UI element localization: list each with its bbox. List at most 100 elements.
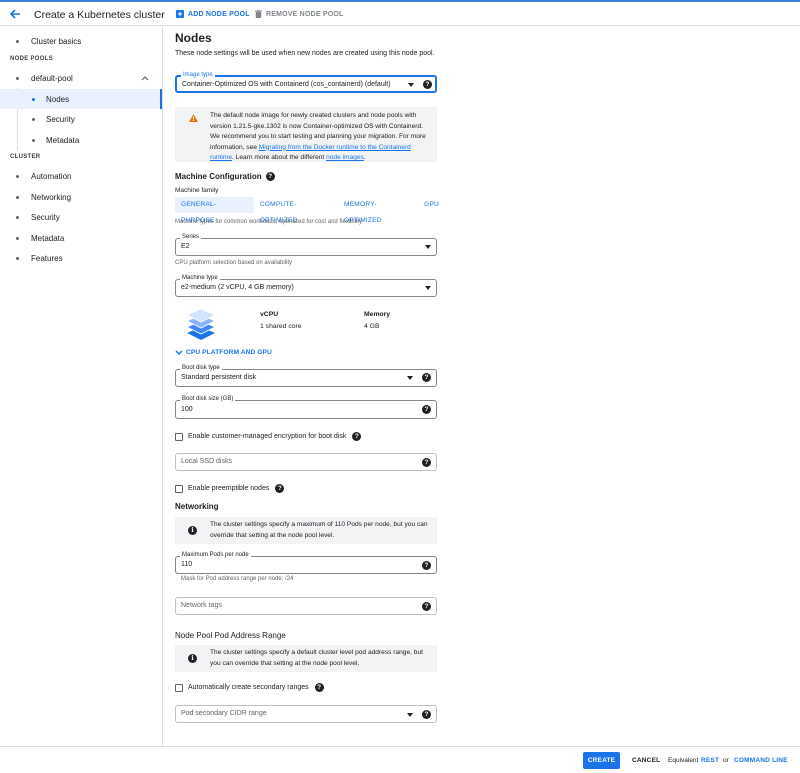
memory-label: Memory — [364, 311, 391, 318]
checkbox-box[interactable] — [175, 432, 183, 441]
sidebar-item-nodes[interactable]: Nodes — [0, 89, 162, 109]
pod-range-info-banner: i The cluster settings specify a default… — [175, 645, 437, 672]
sidebar-item-label: Security — [46, 114, 75, 124]
field-label: Maximum Pods per node — [180, 552, 251, 558]
top-bar: Create a Kubernetes cluster ADD NODE POO… — [0, 0, 800, 26]
sidebar-item-cluster-basics[interactable]: Cluster basics — [0, 31, 162, 51]
sidebar-item-label: Security — [31, 212, 60, 222]
help-icon[interactable]: ? — [422, 710, 431, 719]
section-heading-nodes: Nodes — [175, 31, 212, 45]
remove-node-pool-label: REMOVE NODE POOL — [266, 10, 344, 18]
help-icon[interactable]: ? — [265, 172, 275, 181]
machine-type-select[interactable]: Machine type e2-medium (2 vCPU, 4 GB mem… — [175, 275, 437, 297]
boot-disk-size-input[interactable]: Boot disk size (GB) 100 ? — [175, 396, 437, 419]
create-button[interactable]: CREATE — [583, 752, 620, 769]
field-label: Boot disk size (GB) — [180, 396, 236, 402]
help-icon[interactable]: ? — [423, 80, 432, 89]
chevron-down-icon — [175, 350, 183, 355]
cpu-platform-gpu-toggle[interactable]: CPU PLATFORM AND GPU — [175, 349, 272, 356]
field-value: E2 — [181, 243, 190, 250]
pod-cidr-select[interactable]: Pod secondary CIDR range ? — [175, 705, 437, 723]
help-icon[interactable]: ? — [422, 561, 431, 570]
info-text: The cluster settings specify a default c… — [210, 649, 423, 667]
help-icon[interactable]: ? — [422, 405, 431, 414]
cmek-checkbox[interactable]: Enable customer-managed encryption for b… — [175, 432, 362, 441]
machine-family-hint: Machine types for common workloads, opti… — [175, 219, 363, 225]
info-icon: i — [188, 526, 197, 535]
help-icon[interactable]: ? — [422, 602, 431, 611]
field-value: 110 — [181, 561, 193, 568]
sidebar-item-label: Metadata — [46, 135, 80, 145]
checkbox-box[interactable] — [175, 683, 183, 692]
auto-secondary-ranges-checkbox[interactable]: Automatically create secondary ranges ? — [175, 683, 324, 692]
add-node-pool-label: ADD NODE POOL — [188, 10, 250, 18]
field-value: e2-medium (2 vCPU, 4 GB memory) — [181, 284, 294, 291]
sidebar-section-cluster: CLUSTER — [10, 154, 41, 160]
field-label: Image type — [181, 72, 215, 78]
max-pods-hint: Mask for Pod address range per node: /24 — [181, 576, 294, 582]
cancel-button[interactable]: CANCEL — [632, 757, 660, 764]
max-pods-input[interactable]: Maximum Pods per node 110 ? — [175, 552, 437, 574]
sidebar-item-label: Automation — [31, 171, 72, 181]
active-indicator — [160, 89, 162, 109]
help-icon[interactable]: ? — [422, 373, 431, 382]
sidebar-item-security[interactable]: Security — [0, 207, 162, 227]
networking-heading: Networking — [175, 502, 219, 511]
checkbox-box[interactable] — [175, 484, 183, 493]
rest-link[interactable]: REST — [701, 757, 719, 764]
help-icon[interactable]: ? — [314, 683, 324, 692]
warning-text: The default node image for newly created… — [210, 112, 426, 161]
network-tags-input[interactable]: Network tags ? — [175, 597, 437, 615]
sidebar-item-label: Nodes — [46, 94, 70, 104]
help-icon[interactable]: ? — [352, 432, 362, 441]
vcpu-label: vCPU — [260, 311, 279, 318]
section-description: These node settings will be used when ne… — [175, 50, 435, 57]
tab-general-purpose[interactable]: GENERAL-PURPOSE — [175, 197, 254, 224]
image-type-select[interactable]: Image type Container-Optimized OS with C… — [175, 72, 437, 93]
tab-compute-optimized[interactable]: COMPUTE-OPTIMIZED — [254, 197, 338, 224]
bullet-icon — [16, 256, 19, 260]
sidebar-item-automation[interactable]: Automation — [0, 166, 162, 186]
series-select[interactable]: Series E2 — [175, 234, 437, 256]
chevron-up-icon[interactable] — [141, 75, 149, 81]
add-node-pool-button[interactable]: ADD NODE POOL — [176, 10, 250, 18]
tab-memory-optimized[interactable]: MEMORY-OPTIMIZED — [338, 197, 418, 224]
bullet-icon — [16, 195, 19, 199]
sidebar-item-default-pool[interactable]: default-pool — [0, 68, 162, 88]
dropdown-arrow-icon — [408, 83, 414, 87]
bullet-icon — [32, 138, 35, 142]
machine-config-heading: Machine Configuration ? — [175, 172, 275, 181]
preemptible-checkbox[interactable]: Enable preemptible nodes ? — [175, 484, 285, 493]
bullet-icon — [16, 236, 19, 240]
sidebar-item-pool-metadata[interactable]: Metadata — [0, 130, 162, 150]
field-label: Machine type — [180, 275, 220, 281]
dropdown-arrow-icon — [407, 376, 413, 380]
equivalent-label: Equivalent — [668, 757, 699, 764]
trash-icon — [255, 10, 262, 18]
command-line-link[interactable]: COMMAND LINE — [734, 757, 788, 764]
local-ssd-input[interactable]: Local SSD disks ? — [175, 453, 437, 471]
memory-value: 4 GB — [364, 323, 380, 330]
remove-node-pool-button[interactable]: REMOVE NODE POOL — [255, 10, 344, 18]
help-icon[interactable]: ? — [422, 458, 431, 467]
pod-range-heading: Node Pool Pod Address Range — [175, 631, 286, 640]
sidebar-item-features[interactable]: Features — [0, 248, 162, 268]
node-images-link[interactable]: node images — [326, 154, 364, 161]
machine-summary: vCPU 1 shared core Memory 4 GB — [182, 308, 402, 346]
back-arrow-icon[interactable] — [8, 7, 22, 21]
warning-banner: The default node image for newly created… — [175, 107, 437, 162]
footer-bar: CREATE CANCEL Equivalent REST or COMMAND… — [0, 746, 800, 773]
info-icon: i — [188, 654, 197, 663]
help-icon[interactable]: ? — [275, 484, 285, 493]
field-label: Series — [180, 234, 202, 240]
tab-gpu[interactable]: GPU — [418, 197, 445, 213]
field-placeholder: Local SSD disks — [181, 458, 232, 465]
sidebar-item-metadata[interactable]: Metadata — [0, 228, 162, 248]
sidebar: Cluster basics NODE POOLS default-pool N… — [0, 27, 163, 746]
or-label: or — [723, 757, 729, 764]
boot-disk-type-select[interactable]: Boot disk type Standard persistent disk … — [175, 365, 437, 387]
vcpu-value: 1 shared core — [260, 323, 302, 330]
sidebar-item-networking[interactable]: Networking — [0, 187, 162, 207]
field-value: Standard persistent disk — [181, 374, 257, 381]
sidebar-item-pool-security[interactable]: Security — [0, 109, 162, 129]
